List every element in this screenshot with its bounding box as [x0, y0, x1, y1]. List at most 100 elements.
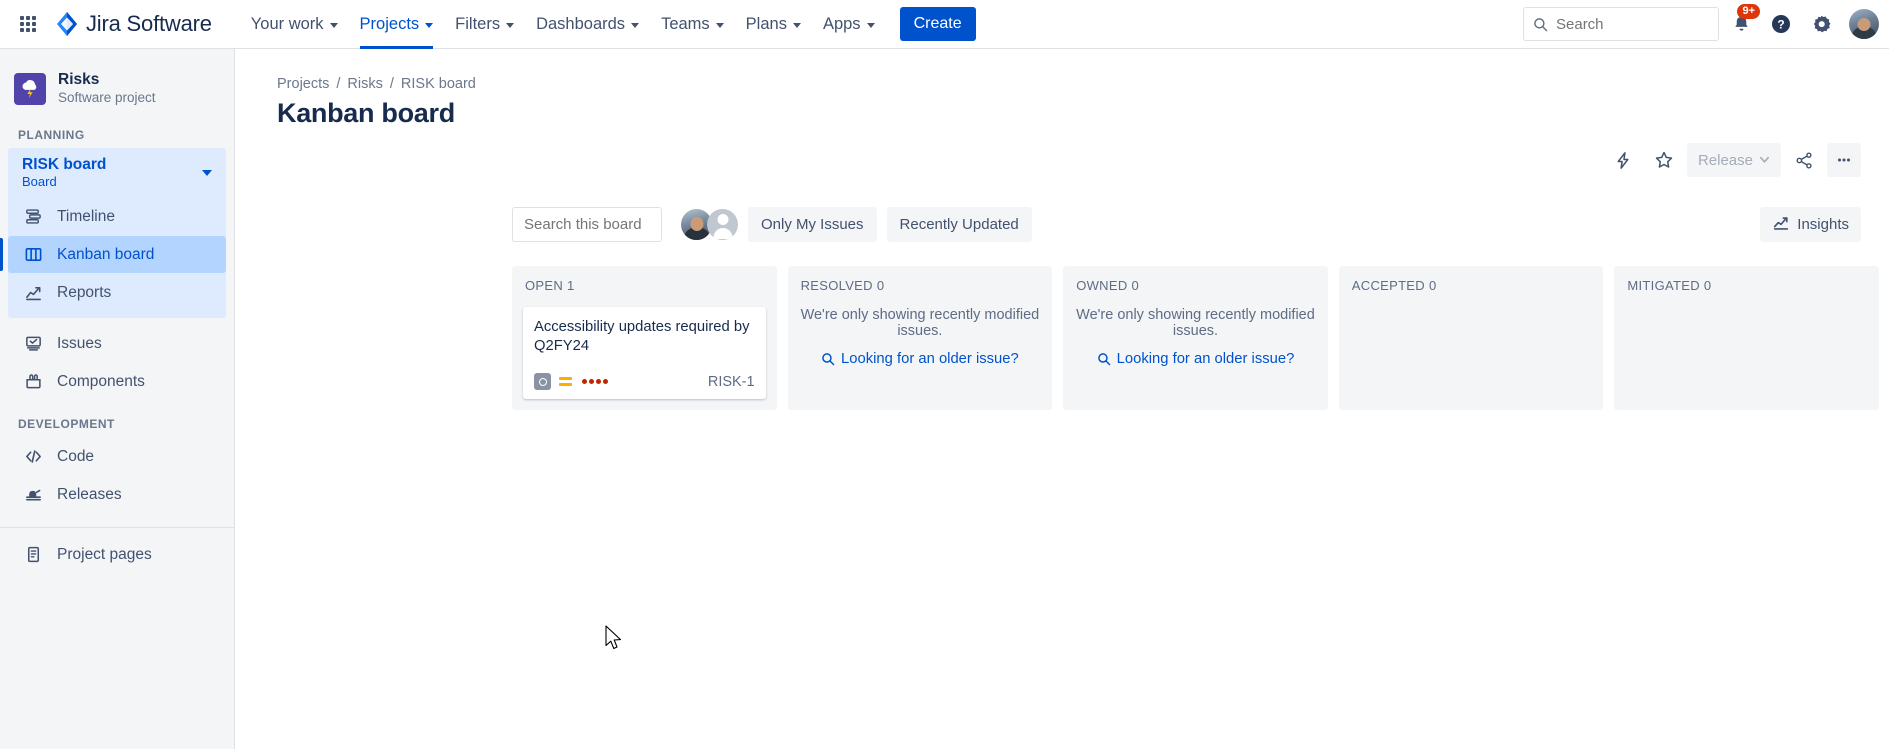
nav-label: Filters [455, 14, 501, 33]
breadcrumb-separator: / [336, 76, 341, 92]
column-header: ACCEPTED 0 [1350, 278, 1593, 293]
chevron-down-icon [866, 22, 875, 28]
nav-item-projects[interactable]: Projects [349, 0, 445, 49]
risk-type-icon [534, 373, 551, 390]
more-actions-button[interactable] [1827, 143, 1861, 177]
older-issue-link[interactable]: Looking for an older issue? [799, 351, 1042, 367]
global-search-input[interactable] [1556, 15, 1706, 33]
sidebar-item-issues[interactable]: Issues [8, 325, 226, 362]
top-nav-right-group: 9+ ? [1523, 4, 1889, 42]
sidebar-item-kanban-board[interactable]: Kanban board [0, 236, 226, 273]
sidebar-item-code[interactable]: Code [8, 438, 226, 475]
user-avatar[interactable] [1849, 9, 1879, 39]
notifications-button[interactable]: 9+ [1723, 4, 1760, 42]
issue-card[interactable]: Accessibility updates required by Q2FY24… [523, 307, 766, 399]
code-icon [22, 446, 44, 468]
project-sidebar: Risks Software project PLANNING RISK boa… [0, 49, 235, 749]
issue-indicator-dots [582, 379, 608, 384]
board-subtitle: Board [22, 174, 57, 189]
chevron-down-icon [329, 22, 338, 28]
sidebar-item-project-pages[interactable]: Project pages [8, 536, 226, 573]
share-button[interactable] [1787, 143, 1821, 177]
nav-item-plans[interactable]: Plans [735, 0, 812, 49]
releases-icon [22, 484, 44, 506]
sidebar-item-timeline[interactable]: Timeline [8, 198, 226, 235]
help-button[interactable]: ? [1763, 6, 1799, 42]
insights-button[interactable]: Insights [1760, 207, 1861, 242]
column-count: 0 [1131, 278, 1140, 293]
sidebar-item-components[interactable]: Components [8, 363, 226, 400]
search-icon [1534, 17, 1548, 31]
column-name: OWNED [1076, 278, 1128, 293]
jira-home-link[interactable]: Jira Software [54, 11, 212, 37]
svg-text:?: ? [1777, 18, 1784, 32]
settings-button[interactable] [1803, 6, 1839, 42]
nav-label: Projects [359, 14, 420, 33]
project-avatar-icon [14, 72, 46, 105]
board-name: RISK board [22, 156, 107, 173]
older-issue-link[interactable]: Looking for an older issue? [1074, 351, 1317, 367]
board-search[interactable] [512, 207, 723, 242]
apps-grid-icon [20, 16, 36, 32]
star-icon [1655, 151, 1673, 168]
column-name: MITIGATED [1627, 278, 1700, 293]
board-column-accepted[interactable]: ACCEPTED 0 [1338, 266, 1604, 410]
sidebar-divider [0, 527, 234, 528]
nav-item-your-work[interactable]: Your work [240, 0, 349, 49]
search-icon [822, 353, 835, 366]
nav-label: Apps [822, 14, 861, 33]
recently-updated-button[interactable]: Recently Updated [886, 207, 1032, 242]
column-empty-message: We're only showing recently modified iss… [800, 307, 1040, 339]
board-avatar-filter [681, 209, 738, 240]
nav-item-teams[interactable]: Teams [650, 0, 735, 49]
gear-icon [1813, 15, 1830, 32]
board-column-owned[interactable]: OWNED 0 We're only showing recently modif… [1063, 266, 1328, 410]
global-search[interactable] [1523, 7, 1719, 41]
breadcrumb: Projects / Risks / RISK board [235, 49, 1889, 92]
create-button[interactable]: Create [899, 7, 976, 41]
column-header: OWNED 0 [1074, 278, 1317, 293]
nav-item-filters[interactable]: Filters [444, 0, 525, 49]
search-icon [1097, 353, 1110, 366]
nav-label: Your work [250, 14, 324, 33]
board-column-mitigated[interactable]: MITIGATED 0 [1614, 266, 1879, 410]
board-column-open[interactable]: OPEN 1 Accessibility updates required by … [512, 266, 777, 410]
primary-nav: Your work Projects Filters Dashboards Te… [240, 0, 886, 49]
sidebar-item-reports[interactable]: Reports [8, 274, 226, 311]
chevron-down-icon [715, 22, 724, 28]
notification-badge: 9+ [1737, 4, 1760, 19]
more-ellipsis-icon [1837, 158, 1851, 162]
sidebar-item-releases[interactable]: Releases [8, 476, 226, 513]
sidebar-item-label: Components [57, 372, 145, 390]
page-title-actions: Release [1607, 143, 1861, 177]
project-type: Software project [58, 90, 156, 105]
project-header[interactable]: Risks Software project [0, 49, 234, 112]
automation-button[interactable] [1607, 143, 1641, 177]
column-header: RESOLVED 0 [799, 278, 1042, 293]
page-title: Kanban board [277, 98, 455, 128]
breadcrumb-risk-board[interactable]: RISK board [401, 76, 476, 92]
column-name: RESOLVED [800, 278, 873, 293]
release-button[interactable]: Release [1686, 143, 1781, 177]
nav-item-apps[interactable]: Apps [812, 0, 886, 49]
app-switcher-button[interactable] [12, 8, 44, 40]
board-selector[interactable]: RISK board Board [8, 148, 226, 197]
insights-chart-icon [1772, 214, 1790, 236]
board-column-resolved[interactable]: RESOLVED 0 We're only showing recently mo… [787, 266, 1053, 410]
nav-item-dashboards[interactable]: Dashboards [525, 0, 650, 49]
issues-icon [22, 333, 44, 355]
column-count: 0 [1703, 278, 1712, 293]
sidebar-outer-items: Issues Components [0, 318, 234, 400]
kanban-board: OPEN 1 Accessibility updates required by … [512, 266, 1879, 410]
breadcrumb-projects[interactable]: Projects [277, 76, 329, 92]
sidebar-footer-items: Project pages [0, 536, 234, 573]
only-my-issues-button[interactable]: Only My Issues [748, 207, 877, 242]
breadcrumb-risks[interactable]: Risks [347, 76, 382, 92]
avatar[interactable] [707, 209, 738, 240]
column-empty-message: We're only showing recently modified iss… [1076, 307, 1315, 339]
column-header: OPEN 1 [523, 278, 766, 293]
brand-name: Jira Software [86, 11, 212, 36]
column-name: ACCEPTED [1351, 278, 1425, 293]
sidebar-item-label: Timeline [57, 207, 115, 225]
star-button[interactable] [1647, 143, 1681, 177]
